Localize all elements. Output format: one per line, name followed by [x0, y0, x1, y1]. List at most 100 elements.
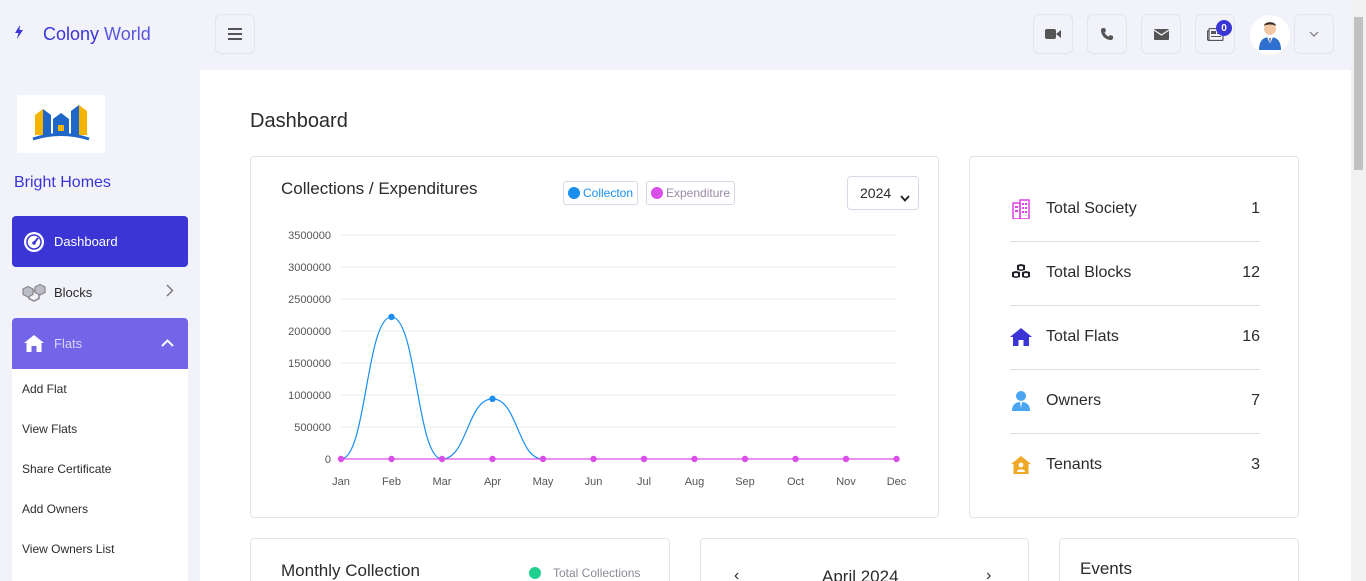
flats-submenu: Add Flat View Flats Share Certificate Ad…: [12, 369, 188, 581]
submenu-item-view-flats[interactable]: View Flats: [22, 422, 77, 436]
data-point-expenditure: [590, 455, 597, 463]
submenu-item-add-owners[interactable]: Add Owners: [22, 502, 88, 516]
legend-collection-toggle[interactable]: Collecton: [563, 181, 639, 205]
data-point-expenditure: [741, 455, 749, 463]
y-tick-label: 2000000: [288, 326, 331, 338]
data-point-expenditure: [640, 455, 648, 463]
sidebar-item-flats[interactable]: Flats: [12, 318, 188, 369]
legend-dot-expenditure: [651, 187, 663, 199]
stat-value: 1: [1251, 200, 1260, 217]
x-tick-label: Dec: [887, 476, 907, 488]
cubes-icon: [1010, 262, 1032, 284]
submenu-item-view-owners-list[interactable]: View Owners List: [22, 542, 114, 556]
calendar-prev-button[interactable]: ‹: [734, 567, 739, 581]
year-select[interactable]: 2024: [847, 176, 919, 210]
stat-value: 3: [1251, 456, 1260, 473]
calendar-next-button[interactable]: ›: [986, 567, 991, 581]
collections-expenditures-card: 0 500000 1000000 1500000 2000000 2500000 30000…: [250, 156, 939, 518]
submenu-item-add-flat[interactable]: Add Flat: [22, 382, 67, 396]
stat-label: Owners: [1046, 392, 1102, 409]
data-point-expenditure: [691, 455, 698, 463]
top-header: Colony World 0: [0, 0, 1351, 70]
stat-tenants[interactable]: Tenants 3: [1010, 433, 1260, 497]
buildings-logo-icon: [32, 105, 90, 141]
calendar-month-label: April 2024: [822, 567, 899, 581]
bolt-icon: [14, 25, 30, 44]
sidebar-item-dashboard[interactable]: Dashboard: [12, 216, 188, 267]
legend-label-collection: Collecton: [583, 186, 634, 200]
stat-total-flats[interactable]: Total Flats 16: [1010, 305, 1260, 369]
events-title: Events: [1080, 559, 1132, 578]
stat-label: Total Flats: [1046, 328, 1119, 345]
home-icon: [1010, 326, 1032, 348]
series-line-collection: [340, 316, 544, 460]
org-name: Bright Homes: [14, 174, 111, 191]
data-point-expenditure: [893, 455, 900, 463]
x-tick-label: May: [533, 476, 554, 488]
cubes-icon: [22, 281, 46, 305]
y-tick-label: 0: [325, 454, 331, 466]
data-point-expenditure: [539, 455, 547, 463]
legend-label-total-collections: Total Collections: [553, 566, 641, 580]
profile-dropdown-button[interactable]: [1294, 14, 1334, 54]
submenu-item-share-certificate[interactable]: Share Certificate: [22, 462, 111, 476]
stats-card: Total Society 1 Total Blocks 12 Total Fl…: [969, 156, 1299, 518]
dashboard-gauge-icon: [22, 230, 46, 254]
video-call-button[interactable]: [1033, 14, 1073, 54]
data-point-expenditure: [438, 455, 446, 463]
data-point-collection: [489, 395, 496, 403]
monthly-collection-legend[interactable]: Total Collections: [529, 566, 640, 580]
stat-total-blocks[interactable]: Total Blocks 12: [1010, 241, 1260, 305]
data-point-expenditure: [842, 455, 850, 463]
brand[interactable]: Colony World: [14, 24, 151, 45]
y-tick-label: 2500000: [288, 294, 331, 306]
notification-count-badge: 0: [1216, 20, 1232, 36]
data-point-expenditure: [489, 455, 496, 463]
x-tick-label: Oct: [787, 476, 804, 488]
chevron-right-icon: [166, 284, 174, 300]
x-tick-label: Feb: [382, 476, 401, 488]
scrollbar-thumb[interactable]: [1354, 17, 1363, 170]
org-logo: [17, 95, 105, 153]
data-point-expenditure: [388, 455, 395, 463]
calendar-card: ‹ April 2024 ›: [700, 538, 1029, 581]
y-tick-label: 500000: [294, 422, 331, 434]
phone-icon: [1101, 28, 1113, 40]
chevron-up-icon: [161, 335, 174, 350]
sidebar-item-blocks[interactable]: Blocks: [12, 267, 188, 318]
stat-total-society[interactable]: Total Society 1: [1010, 177, 1260, 241]
collections-chart: 0 500000 1000000 1500000 2000000 2500000 30000…: [288, 230, 907, 488]
chart-title: Collections / Expenditures: [281, 179, 478, 198]
x-tick-label: Jul: [637, 476, 651, 488]
sidebar-item-label: Flats: [54, 336, 83, 351]
brand-name-second: World: [104, 24, 151, 44]
menu-toggle-button[interactable]: [215, 14, 255, 54]
y-tick-label: 1500000: [288, 358, 331, 370]
user-tie-icon: [1010, 390, 1032, 412]
sidebar: Bright Homes Dashboard Blocks Flats Add …: [0, 70, 200, 581]
video-camera-icon: [1045, 29, 1061, 39]
x-tick-label: Sep: [735, 476, 755, 488]
stat-owners[interactable]: Owners 7: [1010, 369, 1260, 433]
hamburger-icon: [228, 28, 242, 40]
page-scrollbar[interactable]: [1351, 0, 1366, 581]
brand-name-first: Colony: [43, 24, 100, 44]
envelope-icon: [1153, 28, 1169, 40]
data-point-expenditure: [792, 455, 799, 463]
notifications-button[interactable]: 0: [1195, 14, 1235, 54]
y-tick-label: 1000000: [288, 390, 331, 402]
stat-label: Total Society: [1046, 200, 1137, 217]
stat-value: 16: [1242, 328, 1260, 345]
mail-button[interactable]: [1141, 14, 1181, 54]
stat-label: Tenants: [1046, 456, 1103, 473]
legend-expenditure-toggle[interactable]: Expenditure: [646, 181, 736, 205]
y-tick-label: 3500000: [288, 230, 331, 242]
data-point-collection: [388, 313, 395, 321]
x-tick-label: Apr: [484, 476, 501, 488]
user-avatar[interactable]: [1250, 15, 1290, 55]
legend-dot-collection: [568, 187, 580, 199]
x-tick-label: Jun: [585, 476, 603, 488]
home-icon: [22, 332, 46, 356]
x-tick-label: Jan: [332, 476, 350, 488]
phone-button[interactable]: [1087, 14, 1127, 54]
